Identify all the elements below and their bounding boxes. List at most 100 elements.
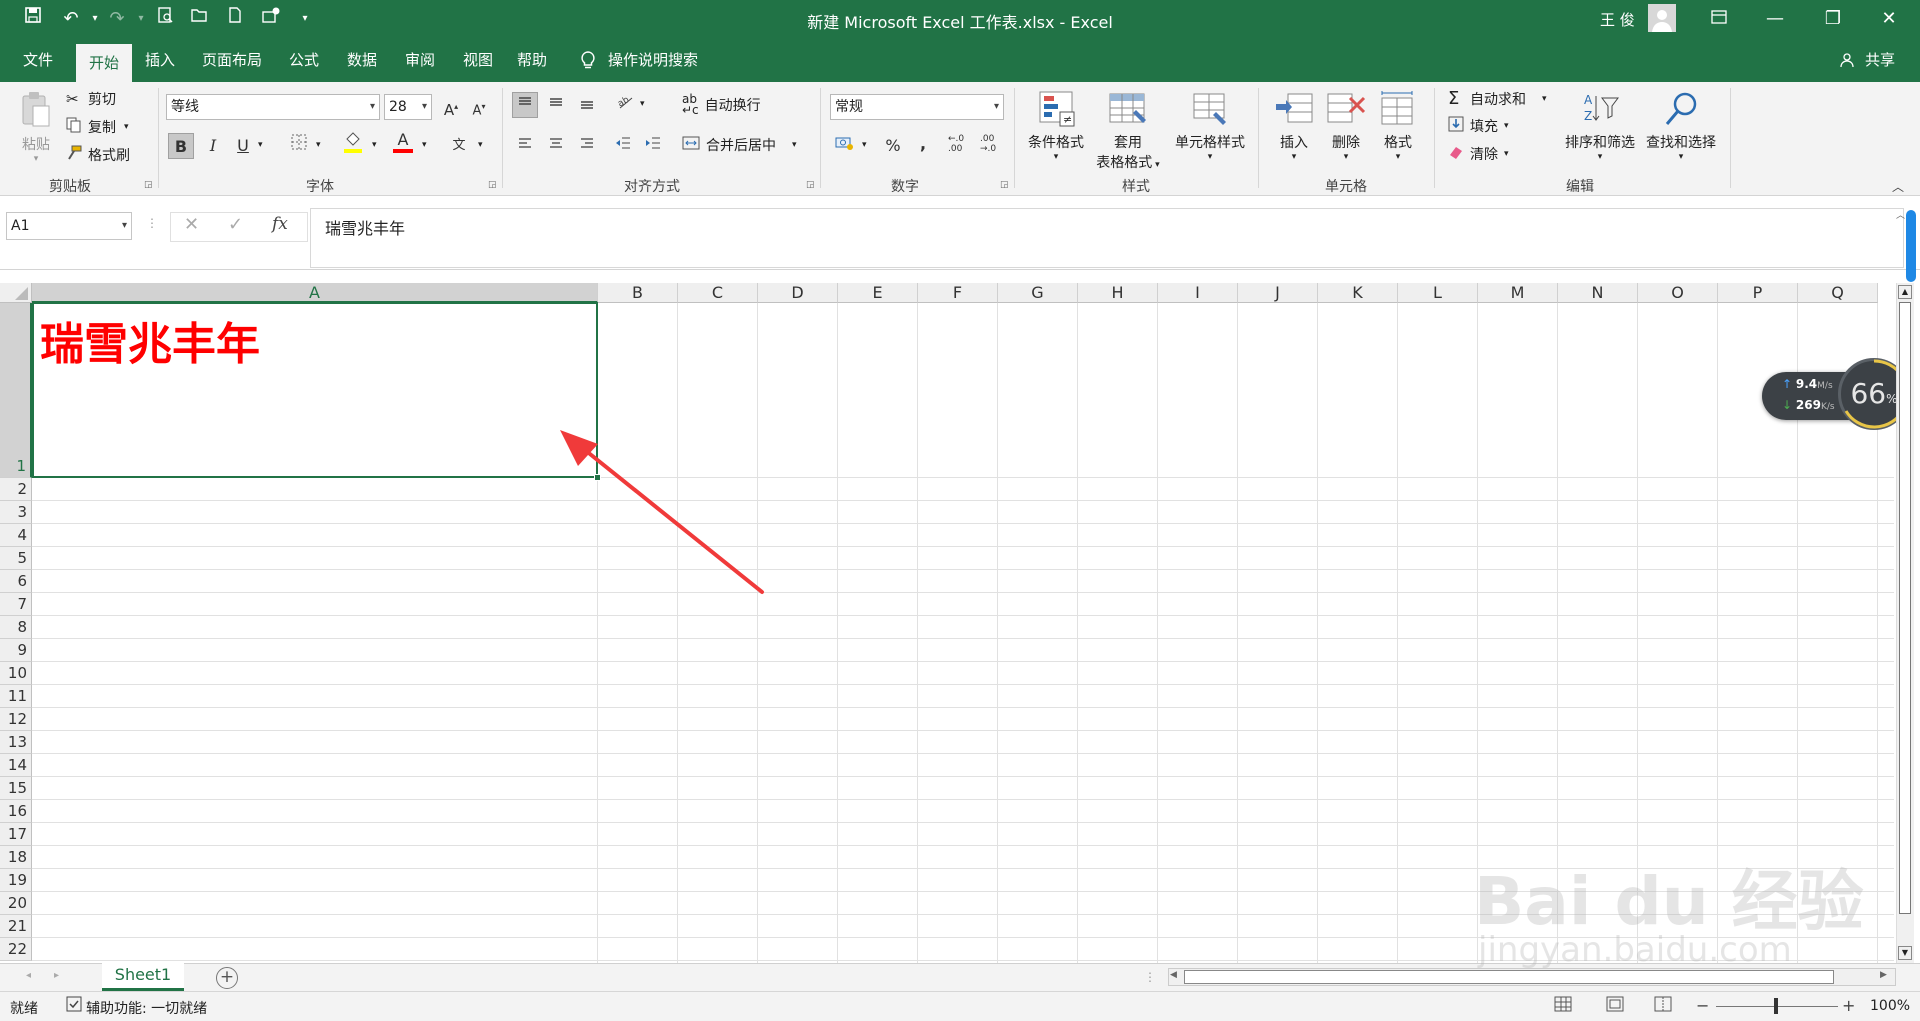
row-header[interactable]: 4 <box>0 524 32 547</box>
prev-sheet-icon[interactable]: ◂ <box>26 970 31 981</box>
zoom-level[interactable]: 100% <box>1870 998 1910 1014</box>
underline-button[interactable]: U <box>230 133 256 159</box>
insert-function-button[interactable]: fx <box>272 214 288 234</box>
column-header[interactable]: C <box>678 283 758 303</box>
ribbon-display-icon[interactable] <box>1696 0 1742 38</box>
row-header[interactable]: 3 <box>0 501 32 524</box>
phonetic-button[interactable]: 文 <box>446 133 472 159</box>
tab-help[interactable]: 帮助 <box>508 38 556 82</box>
fill-button[interactable]: 填充 ▾ <box>1448 116 1509 136</box>
vertical-scroll-thumb[interactable] <box>1899 302 1911 914</box>
cancel-icon[interactable]: ✕ <box>184 214 199 235</box>
scroll-up-icon[interactable]: ▲ <box>1898 285 1912 299</box>
borders-button[interactable] <box>286 133 312 159</box>
wrap-text-button[interactable]: ab ↵c 自动换行 <box>682 93 761 116</box>
horizontal-scroll-thumb[interactable] <box>1184 970 1834 984</box>
scroll-right-icon[interactable]: ▶ <box>1880 970 1887 980</box>
tab-insert[interactable]: 插入 <box>136 38 184 82</box>
column-header[interactable]: K <box>1318 283 1398 303</box>
row-header[interactable]: 13 <box>0 731 32 754</box>
restore-icon[interactable]: ❐ <box>1810 0 1856 38</box>
column-header[interactable]: I <box>1158 283 1238 303</box>
insert-cells-button[interactable]: 插入 ▾ <box>1270 90 1318 162</box>
column-header[interactable]: Q <box>1798 283 1878 303</box>
decrease-indent-button[interactable] <box>610 133 636 159</box>
column-header[interactable]: E <box>838 283 918 303</box>
accessibility-icon[interactable] <box>66 996 82 1012</box>
paste-button[interactable]: 粘贴 ▾ <box>16 90 56 170</box>
tab-home[interactable]: 开始 <box>76 44 132 82</box>
column-header[interactable]: M <box>1478 283 1558 303</box>
column-header[interactable]: F <box>918 283 998 303</box>
align-right-button[interactable] <box>574 133 600 159</box>
row-header[interactable]: 9 <box>0 639 32 662</box>
more-options-icon[interactable]: ⋮ <box>146 216 158 230</box>
select-all-corner[interactable] <box>0 283 32 303</box>
shrink-font-button[interactable]: A▾ <box>466 94 492 120</box>
comma-style-button[interactable]: , <box>910 131 936 157</box>
column-header[interactable]: O <box>1638 283 1718 303</box>
cell-a1-selection[interactable] <box>32 302 598 478</box>
zoom-in-icon[interactable]: + <box>1842 996 1855 1015</box>
autosum-button[interactable]: Σ 自动求和 ▾ <box>1448 88 1547 109</box>
row-header[interactable]: 21 <box>0 915 32 938</box>
row-header[interactable]: 10 <box>0 662 32 685</box>
row-header[interactable]: 8 <box>0 616 32 639</box>
column-header[interactable]: B <box>598 283 678 303</box>
column-header[interactable]: G <box>998 283 1078 303</box>
dialog-launcher-icon[interactable]: ◲ <box>806 180 815 190</box>
increase-indent-button[interactable] <box>640 133 666 159</box>
row-header[interactable]: 15 <box>0 777 32 800</box>
bold-button[interactable]: B <box>168 133 194 159</box>
italic-button[interactable]: I <box>200 133 226 159</box>
underline-dropdown-icon[interactable]: ▾ <box>258 140 263 150</box>
align-left-button[interactable] <box>512 133 538 159</box>
sort-filter-button[interactable]: AZ 排序和筛选 ▾ <box>1562 90 1638 162</box>
row-header[interactable]: 5 <box>0 547 32 570</box>
align-bottom-button[interactable] <box>574 92 600 118</box>
zoom-out-icon[interactable]: − <box>1696 996 1709 1015</box>
column-header[interactable]: A <box>32 283 598 303</box>
row-header[interactable]: 20 <box>0 892 32 915</box>
row-header[interactable]: 1 <box>0 303 32 478</box>
scroll-down-icon[interactable]: ▼ <box>1898 946 1912 960</box>
font-name-box[interactable]: 等线 ▾ <box>166 94 380 120</box>
formula-input[interactable]: 瑞雪兆丰年 <box>310 208 1904 268</box>
row-header[interactable]: 16 <box>0 800 32 823</box>
fill-color-button[interactable] <box>340 131 366 157</box>
row-header[interactable]: 7 <box>0 593 32 616</box>
column-header[interactable]: H <box>1078 283 1158 303</box>
enter-icon[interactable]: ✓ <box>228 214 243 235</box>
page-break-view-icon[interactable] <box>1654 996 1672 1012</box>
page-layout-view-icon[interactable] <box>1606 996 1624 1012</box>
phonetic-dropdown-icon[interactable]: ▾ <box>478 140 483 150</box>
column-header[interactable]: L <box>1398 283 1478 303</box>
row-header[interactable]: 12 <box>0 708 32 731</box>
row-header[interactable]: 22 <box>0 938 32 961</box>
avatar[interactable] <box>1648 4 1676 32</box>
normal-view-icon[interactable] <box>1554 996 1572 1012</box>
cell-styles-button[interactable]: 单元格样式 ▾ <box>1168 90 1252 162</box>
lightbulb-icon[interactable] <box>578 50 598 70</box>
borders-dropdown-icon[interactable]: ▾ <box>316 140 321 150</box>
font-color-dropdown-icon[interactable]: ▾ <box>422 140 427 150</box>
row-header[interactable]: 14 <box>0 754 32 777</box>
increase-decimal-button[interactable]: ←.0 .00 <box>948 134 964 154</box>
grow-font-button[interactable]: A▴ <box>438 94 464 120</box>
dialog-launcher-icon[interactable]: ◲ <box>144 180 153 190</box>
align-middle-button[interactable] <box>543 92 569 118</box>
column-header[interactable]: N <box>1558 283 1638 303</box>
number-format-box[interactable]: 常规 ▾ <box>830 94 1004 120</box>
user-name[interactable]: 王 俊 <box>1600 9 1635 30</box>
tab-page-layout[interactable]: 页面布局 <box>194 38 270 82</box>
accounting-format-button[interactable] <box>832 133 858 159</box>
sheet-tab-sheet1[interactable]: Sheet1 <box>102 963 184 991</box>
dialog-launcher-icon[interactable]: ◲ <box>1000 180 1009 190</box>
close-icon[interactable]: ✕ <box>1866 0 1912 38</box>
tell-me-search[interactable]: 操作说明搜索 <box>608 38 704 82</box>
row-header[interactable]: 6 <box>0 570 32 593</box>
column-header[interactable]: P <box>1718 283 1798 303</box>
find-select-button[interactable]: 查找和选择 ▾ <box>1640 90 1722 162</box>
align-top-button[interactable] <box>512 92 538 118</box>
format-as-table-button[interactable]: 套用 表格格式 ▾ <box>1090 90 1166 172</box>
